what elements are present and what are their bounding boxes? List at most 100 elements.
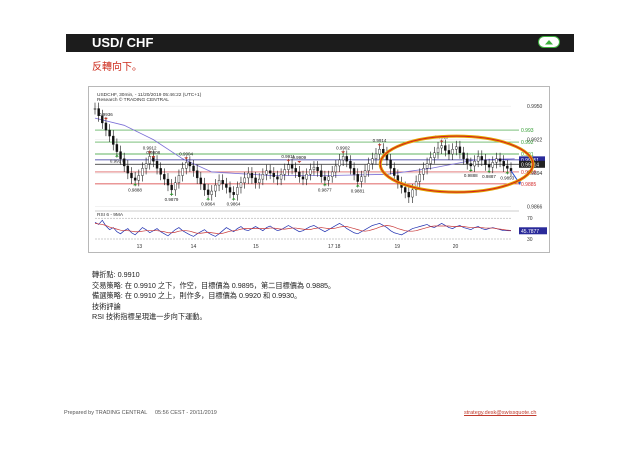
price-bar-body bbox=[429, 157, 432, 164]
swing-marker bbox=[487, 170, 492, 173]
price-point-label: 0.9887 bbox=[482, 174, 496, 179]
price-bar-body bbox=[440, 145, 443, 149]
swing-marker bbox=[355, 184, 360, 187]
price-bar-body bbox=[170, 184, 173, 191]
price-bar-body bbox=[309, 169, 312, 175]
price-bar-body bbox=[389, 159, 392, 169]
price-bar-body bbox=[487, 164, 491, 168]
price-bar-body bbox=[250, 172, 254, 179]
price-point-label: 0.9908 bbox=[146, 150, 160, 155]
rsi-tick-label: 30 bbox=[527, 237, 533, 243]
price-point-label: 0.9909 bbox=[292, 155, 306, 160]
rsi-tick-label: 70 bbox=[527, 216, 533, 222]
price-bar-body bbox=[327, 176, 330, 181]
price-bar-body bbox=[254, 177, 257, 183]
comment-title: 技術評論 bbox=[92, 301, 121, 311]
pivot-label: 轉折點 bbox=[92, 270, 114, 279]
price-bar-body bbox=[279, 174, 283, 180]
price-bar-body bbox=[177, 175, 181, 183]
level-label: 0.99014 bbox=[521, 162, 539, 168]
price-bar-body bbox=[258, 178, 261, 183]
price-bar-body bbox=[130, 172, 133, 179]
strategy-line: 交易策略: 在 0.9910 之下，作空，目標價為 0.9895，第二目標價為 … bbox=[92, 280, 336, 290]
price-point-label: 0.9864 bbox=[201, 202, 215, 207]
price-bar-body bbox=[422, 168, 425, 175]
price-bar-body bbox=[115, 144, 119, 152]
price-bar-body bbox=[316, 166, 319, 171]
price-bar-body bbox=[455, 146, 458, 150]
rsi-title: RSI 6 - 9MA bbox=[97, 212, 124, 218]
price-bar-body bbox=[338, 159, 341, 167]
summary-headline: 反轉向下。 bbox=[92, 62, 142, 73]
price-point-label: 0.9917 bbox=[110, 159, 124, 164]
price-bar-body bbox=[447, 150, 451, 155]
price-bar-body bbox=[403, 187, 407, 193]
price-bar-body bbox=[502, 160, 505, 167]
price-bar-body bbox=[360, 176, 363, 182]
price-bar-body bbox=[444, 145, 447, 151]
price-bar-body bbox=[458, 146, 462, 154]
price-bar-body bbox=[473, 160, 476, 167]
price-bar-body bbox=[214, 184, 217, 192]
price-bar-body bbox=[283, 169, 286, 175]
x-date-label: 17 18 bbox=[328, 244, 341, 250]
price-bar-body bbox=[163, 174, 166, 180]
price-bar-body bbox=[451, 149, 454, 155]
price-point-label: 0.9902 bbox=[336, 145, 350, 150]
price-bar-body bbox=[407, 192, 411, 198]
price-point-label: 0.9904 bbox=[179, 151, 193, 156]
price-point-label: 0.9879 bbox=[165, 197, 179, 202]
price-bar-body bbox=[195, 170, 199, 179]
pivot-value: 0.9910 bbox=[117, 270, 140, 279]
price-chart: USDCHF, 30min, - 11/20/2019 05:46:22 (UT… bbox=[93, 92, 547, 250]
price-bar-body bbox=[232, 192, 235, 195]
footer-timestamp: 05:56 CEST - 20/11/2019 bbox=[154, 410, 217, 416]
collapse-button[interactable] bbox=[538, 36, 560, 48]
price-bar-body bbox=[126, 165, 130, 174]
price-bar-body bbox=[378, 149, 381, 155]
price-bar-body bbox=[352, 168, 356, 175]
price-point-label: 0.9914 bbox=[373, 138, 387, 143]
price-bar-body bbox=[159, 168, 162, 175]
price-bar-body bbox=[341, 156, 345, 161]
pivot-line: 轉折點: 0.9910 bbox=[92, 270, 140, 279]
price-bar-body bbox=[217, 180, 221, 186]
price-bar-body bbox=[484, 159, 487, 165]
price-bar-body bbox=[276, 176, 279, 180]
price-bar-body bbox=[192, 165, 195, 171]
page-title: USD/ CHF bbox=[92, 35, 154, 50]
comment-text: RSI 技術指標呈現進一步向下運動。 bbox=[92, 312, 207, 321]
price-bar-body bbox=[476, 156, 480, 162]
rsi-line bbox=[94, 219, 512, 237]
price-bar-body bbox=[363, 170, 367, 177]
price-bar-body bbox=[221, 180, 224, 185]
prepared-by: Prepared by TRADING CENTRAL bbox=[64, 410, 148, 416]
price-bar-body bbox=[141, 168, 144, 176]
price-bar-body bbox=[243, 177, 246, 183]
price-bar-body bbox=[323, 176, 327, 181]
price-bar-body bbox=[228, 187, 232, 193]
price-bar-body bbox=[108, 129, 111, 137]
price-bar-body bbox=[371, 158, 374, 164]
swing-marker bbox=[297, 160, 302, 163]
title-bar: USD/ CHF bbox=[66, 34, 574, 52]
price-bar-body bbox=[469, 163, 473, 167]
price-bar-body bbox=[374, 153, 378, 159]
y-tick-label: 0.9866 bbox=[527, 205, 543, 211]
price-bar-body bbox=[294, 168, 297, 173]
price-bar-body bbox=[137, 175, 140, 181]
price-point-label: 0.9893 bbox=[500, 175, 514, 180]
price-bar-body bbox=[312, 166, 316, 170]
price-bar-body bbox=[174, 182, 177, 191]
chart-info-source: Research © TRADING CENTRAL bbox=[97, 96, 169, 103]
contact-email-link[interactable]: strategy.desk@swissquote.ch bbox=[464, 410, 536, 416]
price-bar-body bbox=[188, 162, 192, 167]
price-bar-body bbox=[104, 122, 108, 131]
price-bar-body bbox=[148, 156, 151, 164]
price-bar-body bbox=[433, 152, 436, 158]
price-bar-body bbox=[247, 172, 250, 179]
price-bar-body bbox=[436, 147, 440, 154]
price-bar-body bbox=[287, 164, 290, 170]
price-bar-body bbox=[466, 158, 469, 164]
price-bar-body bbox=[236, 187, 239, 195]
